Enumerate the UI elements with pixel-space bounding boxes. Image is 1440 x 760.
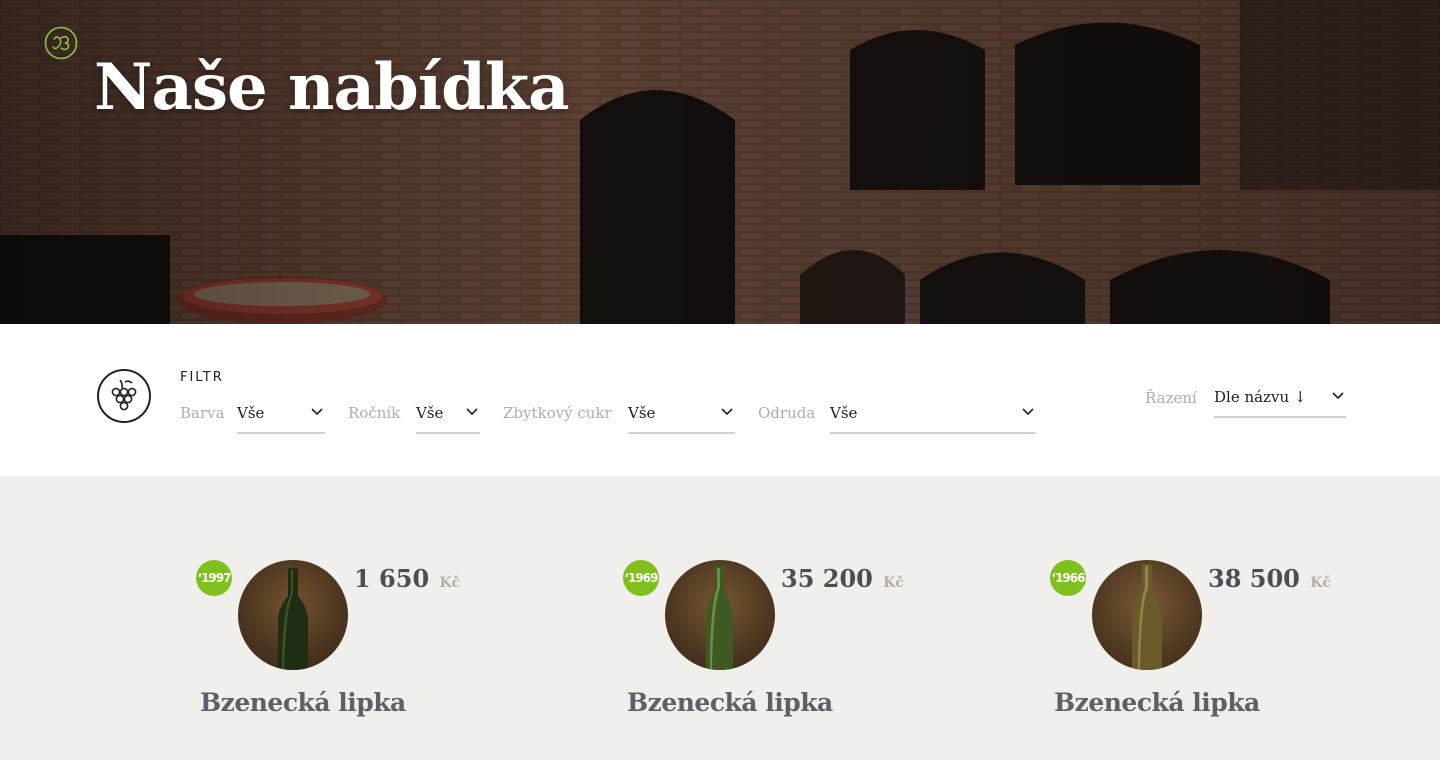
vintage-badge: ‘1969 xyxy=(623,560,659,596)
wine-bottle-icon xyxy=(1092,560,1202,670)
filter-bar: FILTR Barva Vše Ročník Vše Zbytkový cukr… xyxy=(0,324,1440,476)
product-image xyxy=(238,560,348,670)
filter-select-residual-sugar-value: Vše xyxy=(628,404,656,422)
filter-select-color-value: Vše xyxy=(237,404,265,422)
hero-banner: Naše nabídka xyxy=(0,0,1440,324)
filter-title: FILTR xyxy=(180,370,224,385)
page-title: Naše nabídka xyxy=(94,50,570,125)
filter-label-vintage: Ročník xyxy=(348,404,401,422)
price-currency: Kč xyxy=(439,575,461,591)
product-price: 35 200 Kč xyxy=(781,564,904,593)
product-price: 1 650 Kč xyxy=(354,564,460,593)
filter-select-vintage-value: Vše xyxy=(416,404,444,422)
price-value: 35 200 xyxy=(781,564,873,593)
vintage-badge: ‘1997 xyxy=(196,560,232,596)
grape-cluster-icon xyxy=(97,369,151,423)
price-value: 38 500 xyxy=(1208,564,1300,593)
filter-select-vintage[interactable]: Vše xyxy=(416,396,480,434)
product-image xyxy=(665,560,775,670)
chevron-down-icon xyxy=(721,408,733,416)
vintage-badge: ‘1966 xyxy=(1050,560,1086,596)
price-currency: Kč xyxy=(1310,575,1331,591)
filter-select-residual-sugar[interactable]: Vše xyxy=(628,396,735,434)
chevron-down-icon xyxy=(311,408,323,416)
chevron-down-icon xyxy=(1022,408,1034,416)
sort-label: Řazení xyxy=(1145,389,1197,407)
sort-select-value: Dle názvu ↓ xyxy=(1214,388,1307,406)
product-card[interactable]: ‘1966 38 500 Kč Bzenecká lipka xyxy=(1050,560,1350,740)
chevron-down-icon xyxy=(466,408,478,416)
product-price: 38 500 Kč xyxy=(1208,564,1331,593)
price-value: 1 650 xyxy=(354,564,430,593)
product-image xyxy=(1092,560,1202,670)
filter-select-variety[interactable]: Vše xyxy=(830,396,1036,434)
wine-bottle-icon xyxy=(665,560,775,670)
filter-label-residual-sugar: Zbytkový cukr xyxy=(503,404,612,422)
product-name[interactable]: Bzenecká lipka xyxy=(627,688,833,717)
product-name[interactable]: Bzenecká lipka xyxy=(1054,688,1260,717)
chevron-down-icon xyxy=(1332,392,1344,400)
product-list: ‘1997 1 650 Kč Bzenecká lipka ‘1969 35 2… xyxy=(0,476,1440,760)
filter-select-color[interactable]: Vše xyxy=(237,396,325,434)
wine-cellar-image xyxy=(0,0,1440,324)
monogram-logo-icon[interactable] xyxy=(44,26,78,60)
filter-label-color: Barva xyxy=(180,404,225,422)
price-currency: Kč xyxy=(883,575,904,591)
sort-select[interactable]: Dle názvu ↓ xyxy=(1214,380,1346,418)
product-card[interactable]: ‘1997 1 650 Kč Bzenecká lipka xyxy=(196,560,496,740)
wine-bottle-icon xyxy=(238,560,348,670)
product-card[interactable]: ‘1969 35 200 Kč Bzenecká lipka xyxy=(623,560,923,740)
product-name[interactable]: Bzenecká lipka xyxy=(200,688,406,717)
filter-select-variety-value: Vše xyxy=(830,404,858,422)
filter-label-variety: Odruda xyxy=(758,404,816,422)
